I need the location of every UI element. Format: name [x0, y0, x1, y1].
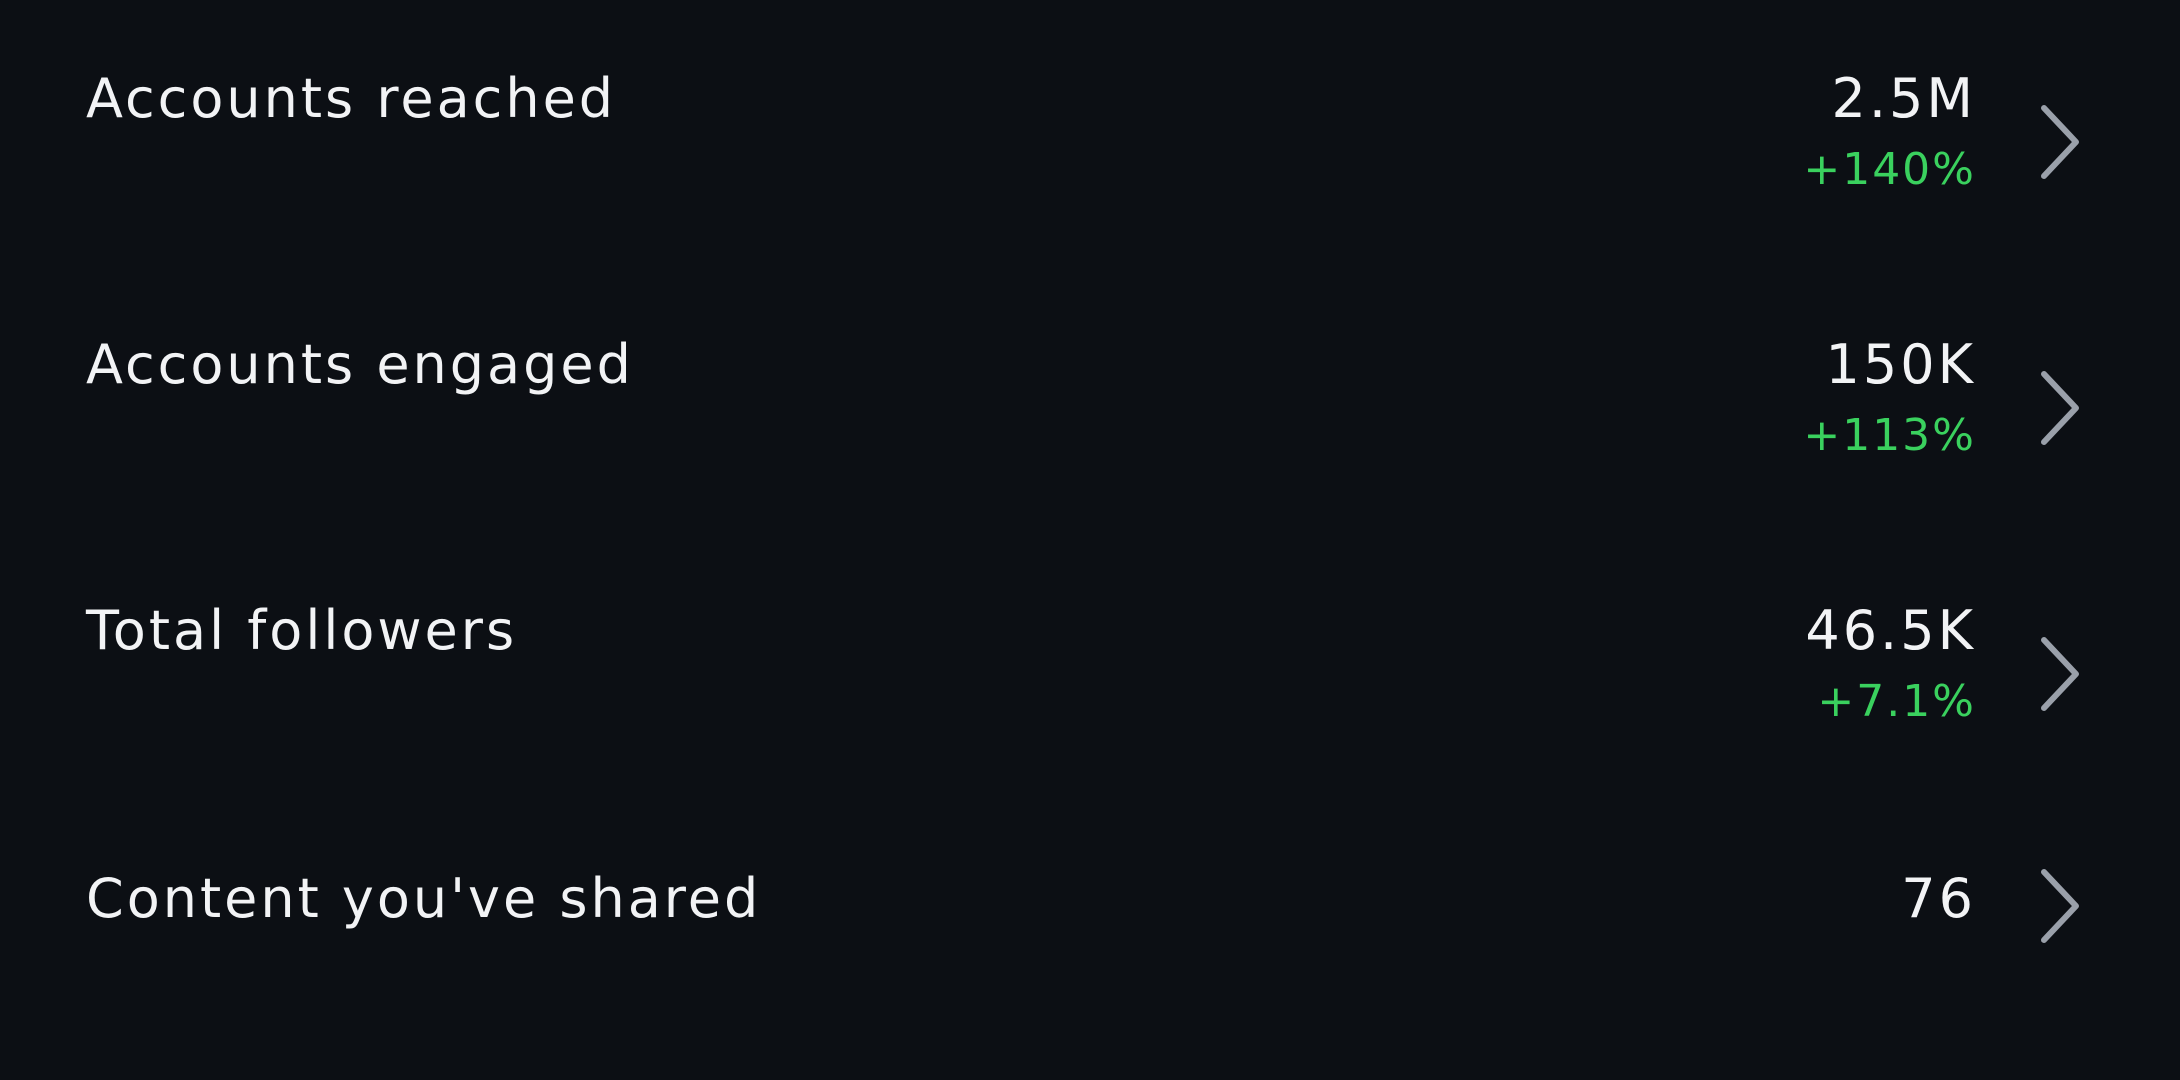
insight-value: 76: [1901, 867, 1976, 930]
insight-row-content-shared[interactable]: Content you've shared 76: [0, 840, 2180, 1040]
insights-list: Accounts reached 2.5M +140% Accounts eng…: [0, 0, 2180, 1080]
insight-row-accounts-reached[interactable]: Accounts reached 2.5M +140%: [0, 40, 2180, 240]
chevron-right-icon[interactable]: [2036, 866, 2084, 946]
insight-label: Accounts reached: [86, 67, 617, 130]
chevron-right-icon[interactable]: [2036, 102, 2084, 182]
insight-label: Content you've shared: [86, 867, 762, 930]
chevron-right-icon[interactable]: [2036, 634, 2084, 714]
insight-label: Accounts engaged: [86, 333, 634, 396]
insight-change: +140%: [1803, 144, 1976, 195]
insight-label: Total followers: [86, 599, 518, 662]
insight-row-accounts-engaged[interactable]: Accounts engaged 150K +113%: [0, 306, 2180, 506]
insight-value: 2.5M: [1831, 67, 1976, 130]
insight-value: 150K: [1825, 333, 1976, 396]
insight-change: +113%: [1803, 410, 1976, 461]
insight-change: +7.1%: [1817, 676, 1976, 727]
insight-value: 46.5K: [1805, 599, 1976, 662]
insight-row-total-followers[interactable]: Total followers 46.5K +7.1%: [0, 572, 2180, 772]
chevron-right-icon[interactable]: [2036, 368, 2084, 448]
